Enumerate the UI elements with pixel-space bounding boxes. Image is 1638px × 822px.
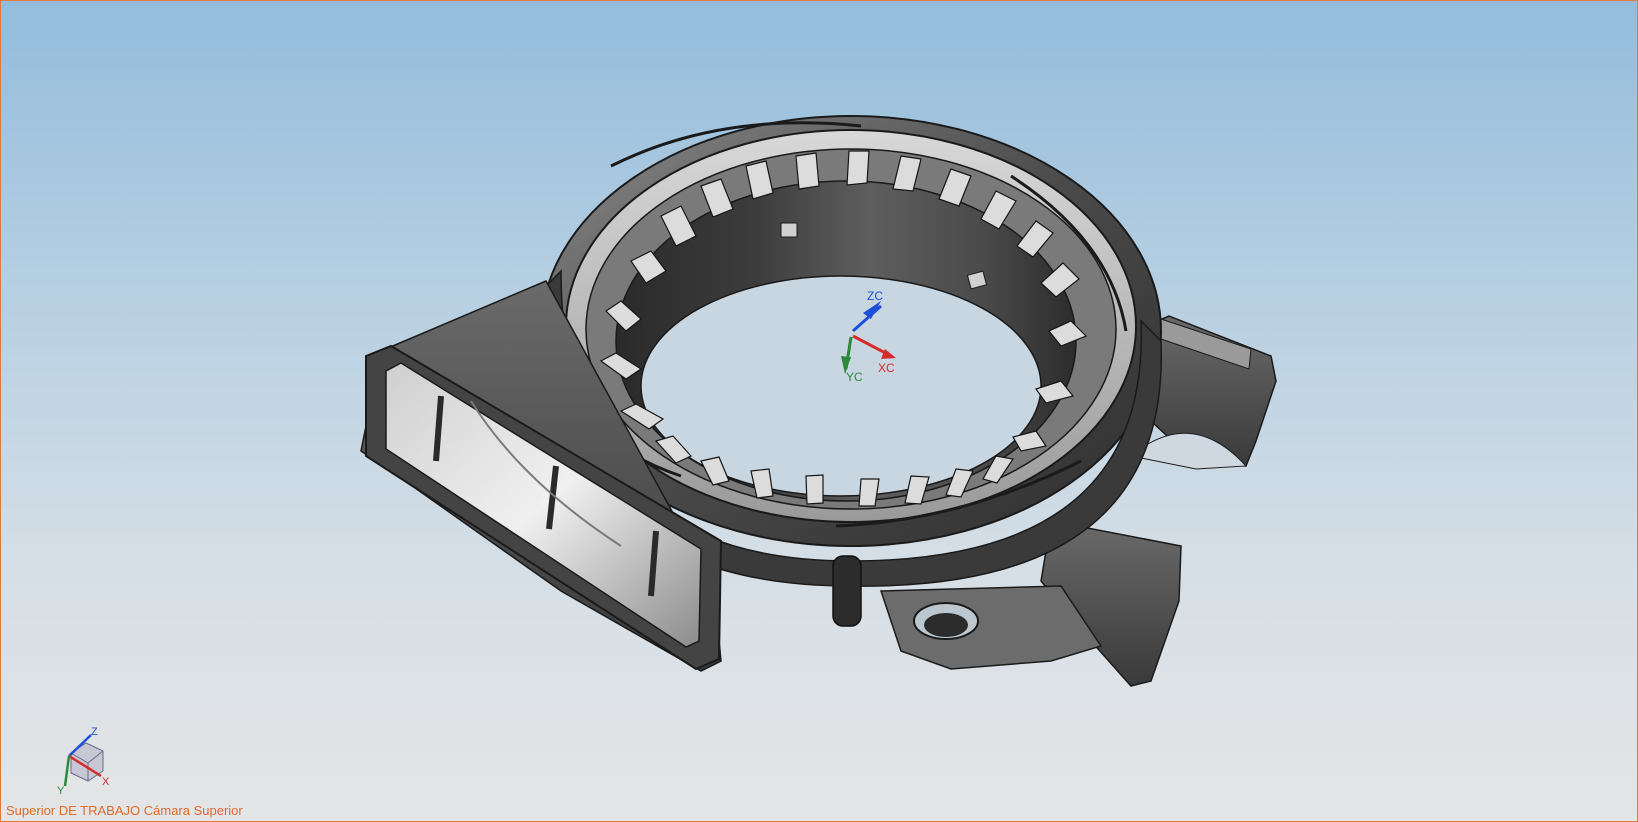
xc-label: XC <box>878 361 895 375</box>
y-label: Y <box>57 785 65 797</box>
z-label: Z <box>91 726 98 738</box>
view-orientation-triad[interactable]: Z X Y <box>57 726 110 797</box>
center-post <box>832 555 862 627</box>
x-label: X <box>102 776 110 788</box>
view-name-label: Superior DE TRABAJO Cámara Superior <box>6 803 243 818</box>
zc-label: ZC <box>867 289 883 303</box>
model-canvas[interactable]: ZC XC YC Z X Y <box>1 1 1637 821</box>
graphics-viewport[interactable]: ZC XC YC Z X Y Superior DE TRABAJO Cámar… <box>0 0 1638 822</box>
yc-label: YC <box>846 370 863 384</box>
